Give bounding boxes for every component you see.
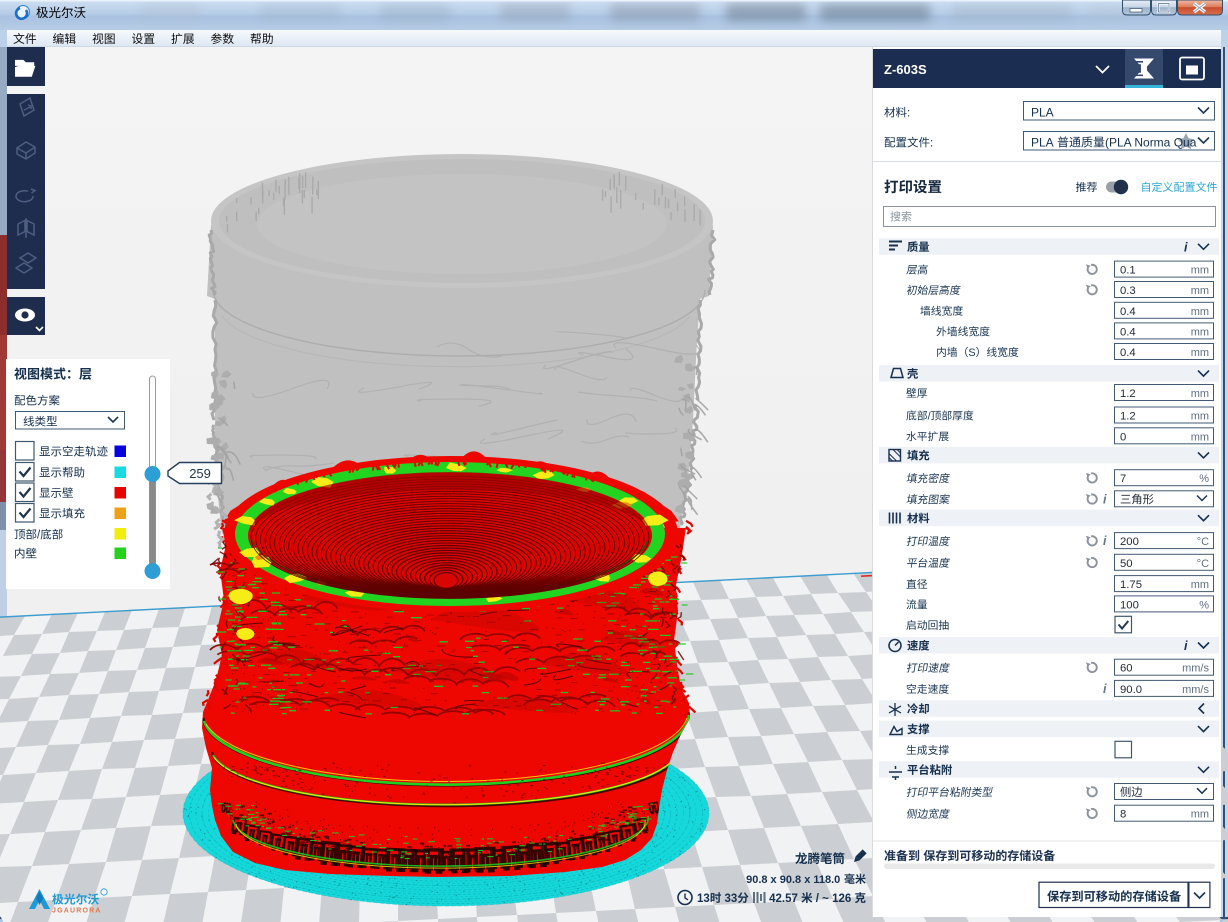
svg-text:50: 50 — [1120, 558, 1133, 570]
svg-text:42.57: 42.57 — [769, 893, 801, 905]
svg-text:mm/s: mm/s — [1182, 663, 1209, 675]
svg-text:0.4: 0.4 — [1120, 326, 1136, 338]
svg-text:%: % — [1199, 599, 1209, 611]
svg-text:mm: mm — [1191, 285, 1209, 297]
svg-text:mm: mm — [1191, 265, 1209, 277]
svg-text:7: 7 — [1120, 473, 1126, 485]
svg-text:°C: °C — [1197, 558, 1209, 570]
svg-text:i: i — [1103, 682, 1107, 696]
svg-text:mm: mm — [1191, 431, 1209, 443]
svg-text:i: i — [1184, 240, 1188, 254]
svg-text:0: 0 — [1120, 431, 1126, 443]
svg-text:i: i — [1103, 534, 1107, 548]
svg-text:/ ~ 126: / ~ 126 — [813, 893, 855, 905]
svg-text:PLA: PLA — [1031, 136, 1056, 150]
svg-text:JGAURORA: JGAURORA — [52, 908, 102, 915]
svg-text::: : — [930, 138, 933, 150]
svg-text:mm: mm — [1191, 347, 1209, 359]
svg-text::: : — [907, 108, 910, 120]
svg-text:1.2: 1.2 — [1120, 411, 1136, 423]
svg-text:S: S — [968, 347, 975, 359]
svg-text:mm: mm — [1191, 411, 1209, 423]
svg-text:0.4: 0.4 — [1120, 347, 1136, 359]
svg-text:90.8 x 90.8 x 118.0: 90.8 x 90.8 x 118.0 — [746, 874, 843, 886]
svg-text:60: 60 — [1120, 663, 1133, 675]
svg-text:i: i — [1103, 492, 1107, 506]
svg-text:90.0: 90.0 — [1120, 684, 1142, 696]
svg-text:mm: mm — [1191, 388, 1209, 400]
svg-text:259: 259 — [189, 466, 211, 481]
svg-text:0.4: 0.4 — [1120, 306, 1136, 318]
svg-text:0.1: 0.1 — [1120, 265, 1136, 277]
svg-text:8: 8 — [1120, 809, 1126, 821]
svg-text:1.75: 1.75 — [1120, 579, 1142, 591]
svg-text:0.3: 0.3 — [1120, 285, 1136, 297]
svg-text:mm: mm — [1191, 326, 1209, 338]
svg-text:Z-603S: Z-603S — [884, 62, 927, 77]
svg-text:mm/s: mm/s — [1182, 684, 1209, 696]
svg-text:mm: mm — [1191, 579, 1209, 591]
svg-text:/: / — [928, 411, 931, 423]
svg-text:PLA: PLA — [1031, 106, 1054, 120]
svg-text:1.2: 1.2 — [1120, 388, 1136, 400]
svg-text:i: i — [1184, 639, 1188, 653]
svg-text:100: 100 — [1120, 599, 1139, 611]
svg-text:mm: mm — [1191, 306, 1209, 318]
svg-text:%: % — [1199, 473, 1209, 485]
svg-text:°C: °C — [1197, 536, 1209, 548]
svg-text:(PLA Norma Qua: (PLA Norma Qua — [1105, 136, 1197, 150]
svg-text:200: 200 — [1120, 536, 1139, 548]
svg-text:33: 33 — [721, 893, 737, 905]
svg-text:mm: mm — [1191, 809, 1209, 821]
svg-text:13: 13 — [697, 893, 710, 905]
